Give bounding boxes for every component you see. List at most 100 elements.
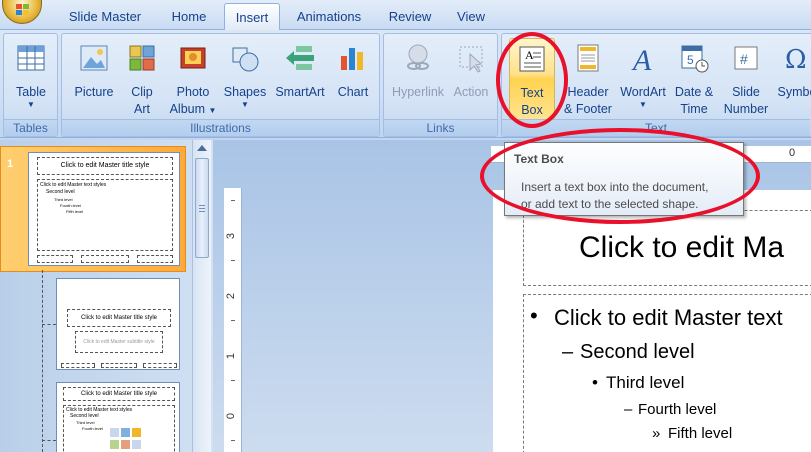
tab-view[interactable]: View (448, 7, 494, 30)
smartart-label: SmartArt (275, 85, 325, 99)
shapes-icon (232, 47, 259, 72)
level1-bullet-icon: • (530, 303, 538, 328)
slide-number-indicator: 1 (7, 158, 14, 170)
content-placeholder-icons (110, 428, 141, 449)
ribbon-tab-bar: Slide Master Home Insert Animations Revi… (0, 0, 811, 31)
svg-text:Ω: Ω (785, 45, 807, 74)
wordart-button[interactable]: A WordArt ▼ (618, 38, 668, 120)
thumb-date-placeholder (61, 363, 95, 368)
clip-art-label-line2: Art (134, 102, 150, 116)
thumb-body-line: Second level (46, 189, 75, 195)
layout-connector-line (42, 270, 43, 452)
picture-button[interactable]: Picture (70, 38, 118, 120)
layout-connector-line (42, 440, 56, 441)
level2-bullet-icon: – (562, 341, 574, 363)
header-footer-label-line2: & Footer (564, 102, 612, 116)
slide-canvas[interactable]: Click to edit Ma • Click to edit Master … (493, 190, 811, 452)
grip-icon (199, 205, 205, 206)
hyperlink-label: Hyperlink (391, 85, 445, 99)
photo-album-label-line2: Album (169, 102, 206, 116)
shapes-button[interactable]: Shapes ▼ (222, 38, 268, 120)
slide-master-thumbnail[interactable]: Click to edit Master title style Click t… (28, 152, 180, 266)
thumb-date-placeholder (37, 255, 73, 263)
thumb-title-placeholder: Click to edit Master title style (37, 157, 173, 175)
layout-connector-line (42, 324, 56, 325)
level3-bullet-icon: • (592, 373, 598, 392)
tables-group: Table ▼ Tables (3, 33, 58, 137)
vertical-ruler: 3 2 1 0 (224, 188, 242, 452)
tab-animations[interactable]: Animations (288, 7, 370, 30)
ruler-number: 0 (225, 412, 238, 420)
wordart-icon: A (631, 44, 652, 74)
picture-label: Picture (74, 85, 114, 99)
tab-home[interactable]: Home (158, 7, 220, 30)
level5-text: Fifth level (668, 425, 733, 442)
dropdown-arrow-icon: ▼ (27, 100, 35, 109)
office-button[interactable] (2, 0, 42, 24)
level2-text: Second level (580, 341, 695, 363)
thumb-subtitle-placeholder: Click to edit Master subtitle style (75, 331, 163, 353)
title-placeholder-text: Click to edit Ma (579, 231, 785, 264)
thumb-body-placeholder: Click to edit Master text styles Second … (63, 405, 175, 452)
annotation-circle-tooltip (480, 128, 760, 224)
photo-album-icon (180, 47, 206, 69)
ruler-number: 1 (225, 352, 238, 360)
level4-bullet-icon: – (624, 401, 633, 418)
hyperlink-button[interactable]: Hyperlink (390, 38, 446, 120)
office-logo-icon (16, 4, 30, 16)
svg-text:5: 5 (687, 53, 694, 67)
slides-panel-scrollbar[interactable] (192, 140, 211, 452)
clip-art-label-line1: Clip (131, 85, 153, 99)
thumb-body-placeholder: Click to edit Master text styles Second … (37, 179, 173, 251)
table-icon (17, 45, 45, 71)
title-layout-thumbnail[interactable]: Click to edit Master title style Click t… (56, 278, 180, 370)
chart-label: Chart (337, 85, 369, 99)
clip-art-icon (129, 45, 155, 71)
date-time-label-line2: Time (680, 102, 708, 116)
header-footer-label-line1: Header (567, 85, 609, 99)
slide-number-button[interactable]: # Slide Number (722, 38, 770, 120)
scroll-up-arrow-icon[interactable] (197, 145, 207, 151)
insert-ribbon: Table ▼ Tables Picture Clip Art Photo Al… (0, 30, 811, 138)
ruler-number: 2 (225, 292, 238, 300)
level3-text: Third level (606, 373, 685, 392)
ruler-number: 3 (225, 232, 238, 240)
slide-number-icon: # (734, 46, 758, 70)
links-group-label: Links (384, 119, 497, 136)
date-time-button[interactable]: 5 Date & Time (672, 38, 716, 120)
tab-slide-master[interactable]: Slide Master (58, 7, 152, 30)
photo-album-button[interactable]: Photo Album ▼ (168, 38, 218, 120)
ruler-number: 0 (789, 147, 796, 159)
title-placeholder[interactable]: Click to edit Ma (523, 210, 811, 286)
action-icon (459, 46, 483, 73)
smartart-button[interactable]: SmartArt (272, 38, 328, 120)
table-button[interactable]: Table ▼ (9, 38, 53, 120)
thumb-footer-placeholder (101, 363, 137, 368)
header-footer-button[interactable]: Header & Footer (562, 38, 614, 120)
dropdown-arrow-icon: ▼ (639, 100, 647, 109)
annotation-circle-text-box-button (496, 32, 568, 128)
slide-number-label-line1: Slide (732, 85, 760, 99)
chart-button[interactable]: Chart (332, 38, 374, 120)
slide-number-label-line2: Number (723, 102, 769, 116)
tab-insert[interactable]: Insert (224, 3, 280, 31)
level1-text: Click to edit Master text (554, 305, 783, 330)
links-group: Hyperlink Action Links (383, 33, 498, 137)
body-placeholder[interactable]: • Click to edit Master text – Second lev… (523, 294, 811, 452)
symbol-label: Symbo (777, 85, 811, 99)
header-footer-icon (577, 44, 599, 72)
shapes-label: Shapes (223, 85, 267, 99)
tables-group-label: Tables (4, 119, 57, 136)
svg-text:A: A (631, 44, 652, 74)
svg-text:#: # (740, 51, 748, 67)
action-button[interactable]: Action (450, 38, 492, 120)
content-layout-thumbnail[interactable]: Click to edit Master title style Click t… (56, 382, 180, 452)
symbol-button[interactable]: Ω Symbo (774, 38, 811, 120)
thumb-number-placeholder (137, 255, 173, 263)
tab-review[interactable]: Review (380, 7, 440, 30)
chart-icon (341, 48, 363, 70)
wordart-label: WordArt (620, 85, 666, 99)
clip-art-button[interactable]: Clip Art (122, 38, 162, 120)
scrollbar-thumb[interactable] (195, 158, 209, 258)
table-label: Table (16, 85, 46, 99)
